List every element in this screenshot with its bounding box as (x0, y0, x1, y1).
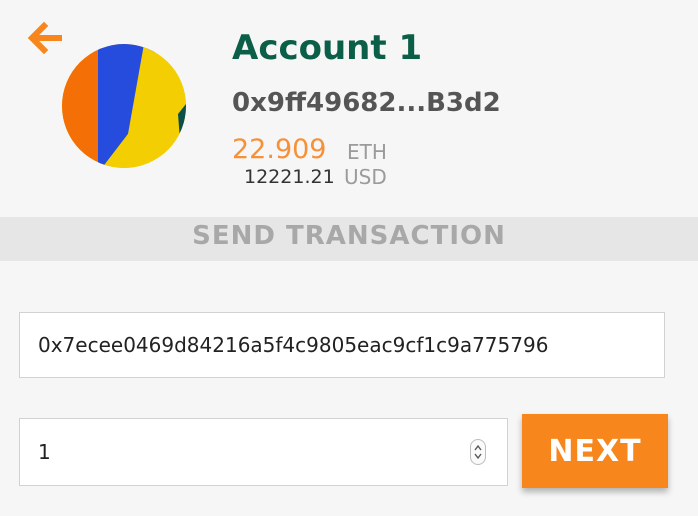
account-name: Account 1 (232, 28, 423, 68)
identicon (62, 44, 186, 168)
eth-balance-unit: ETH (347, 140, 387, 164)
amount-input[interactable] (20, 419, 460, 485)
eth-balance-value: 22.909 (232, 134, 327, 165)
amount-stepper[interactable] (470, 439, 486, 465)
next-button[interactable]: NEXT (522, 414, 668, 488)
back-button[interactable] (26, 20, 66, 60)
usd-balance-unit: USD (344, 165, 387, 189)
spinner-arrows-icon (474, 444, 482, 460)
section-header: SEND TRANSACTION (0, 217, 698, 261)
usd-balance-value: 12221.21 (244, 166, 335, 188)
recipient-address-input[interactable] (19, 312, 665, 378)
section-title: SEND TRANSACTION (192, 221, 506, 251)
account-address: 0x9ff49682...B3d2 (232, 88, 501, 118)
account-avatar (62, 44, 186, 168)
amount-field (19, 418, 508, 486)
arrow-left-icon (27, 21, 62, 55)
